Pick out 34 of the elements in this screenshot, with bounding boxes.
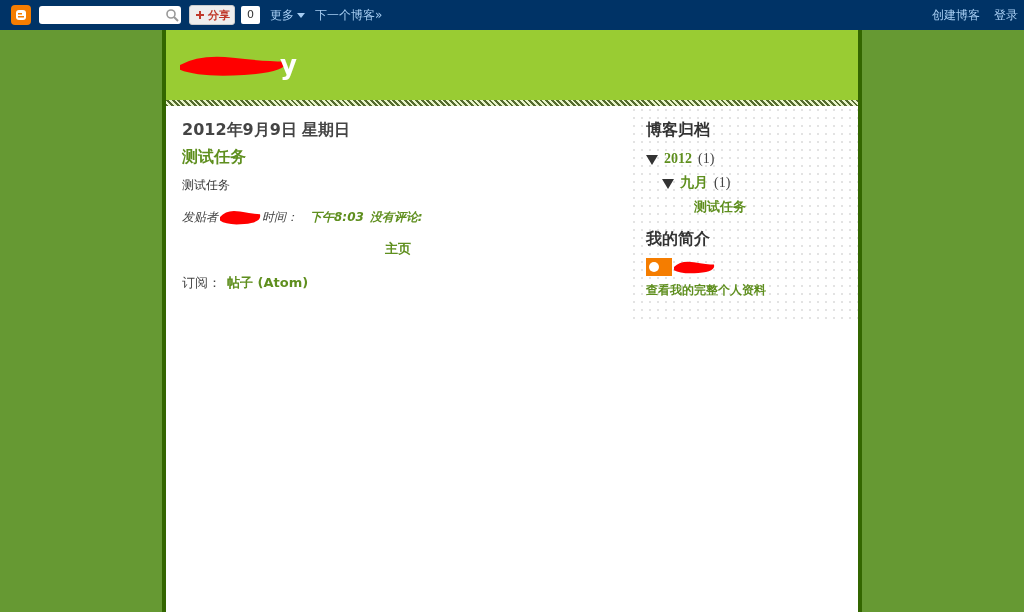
archive-post-link[interactable]: 测试任务 xyxy=(678,195,846,219)
plus-icon xyxy=(194,8,206,22)
caret-icon xyxy=(297,12,305,18)
profile-heading: 我的简介 xyxy=(646,229,711,250)
post-time-link[interactable]: 下午8:03 xyxy=(310,208,364,226)
atom-feed-link[interactable]: 帖子 (Atom) xyxy=(227,274,309,292)
home-link[interactable]: 主页 xyxy=(385,241,411,256)
post-count: (1) xyxy=(714,175,731,191)
next-blog-link[interactable]: 下一个博客» xyxy=(315,6,383,24)
create-blog-link[interactable]: 创建博客 xyxy=(932,6,980,24)
posted-by-label: 发贴者 xyxy=(182,208,218,226)
redaction-mark xyxy=(672,259,716,275)
more-menu[interactable]: 更多 xyxy=(270,6,305,24)
comments-link[interactable]: 没有评论: xyxy=(369,208,423,226)
search-icon[interactable] xyxy=(165,8,179,22)
redaction-mark xyxy=(218,208,262,226)
share-button[interactable]: 分享 xyxy=(189,5,235,25)
post-body: 测试任务 xyxy=(182,177,231,194)
avatar-icon xyxy=(646,258,672,276)
full-profile-link[interactable]: 查看我的完整个人资料 xyxy=(646,282,846,299)
time-label: 时间： xyxy=(262,208,298,226)
post-date: 2012年9月9日 星期日 xyxy=(182,120,352,141)
search-field[interactable] xyxy=(39,6,181,24)
archive-heading: 博客归档 xyxy=(646,120,711,141)
post-title[interactable]: 测试任务 xyxy=(182,147,614,168)
subscribe-label: 订阅： xyxy=(182,274,221,292)
blogger-logo-icon[interactable] xyxy=(11,5,31,25)
share-count: 0 xyxy=(241,6,260,24)
post-count: (1) xyxy=(698,151,715,167)
toggle-triangle-icon[interactable] xyxy=(662,177,674,189)
toggle-triangle-icon[interactable] xyxy=(646,153,658,165)
archive-link[interactable]: 九月 xyxy=(680,174,708,192)
archive-link[interactable]: 2012 xyxy=(664,151,692,167)
login-link[interactable]: 登录 xyxy=(994,6,1018,24)
